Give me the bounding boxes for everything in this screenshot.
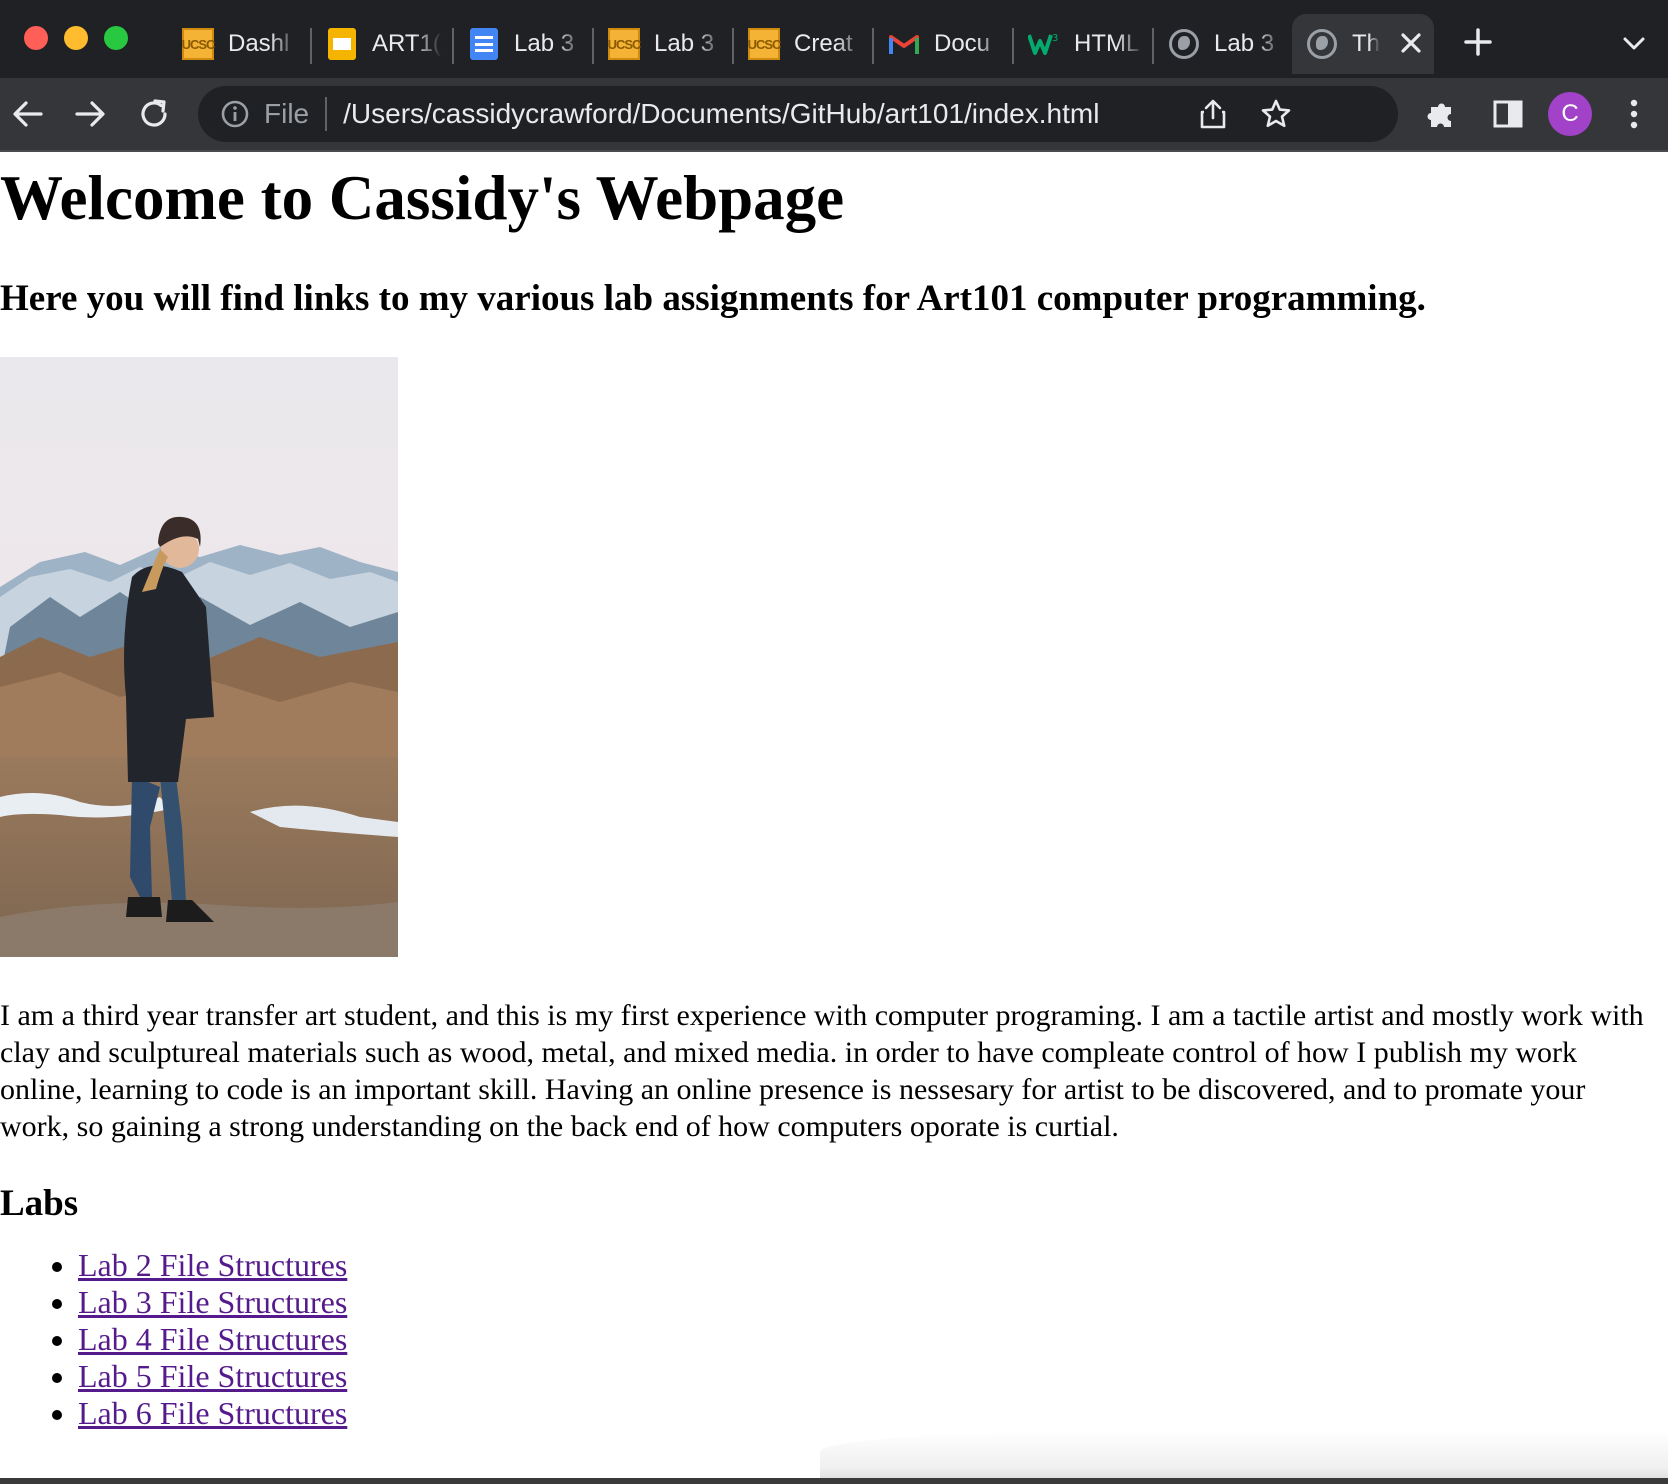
- svg-text:3: 3: [1052, 33, 1058, 44]
- side-panel-icon[interactable]: [1490, 96, 1526, 132]
- tab-lab3-local[interactable]: Lab 3: [1154, 14, 1294, 74]
- tab-title: Creat: [794, 30, 853, 57]
- minimize-window-button[interactable]: [64, 26, 88, 50]
- lab-3-link[interactable]: Lab 3 File Structures: [78, 1284, 347, 1320]
- address-bar[interactable]: File /Users/cassidycrawford/Documents/Gi…: [198, 86, 1398, 142]
- bookmark-star-icon[interactable]: [1260, 98, 1292, 130]
- tab-title: Th: [1352, 30, 1380, 57]
- labs-list: Lab 2 File Structures Lab 3 File Structu…: [0, 1247, 347, 1432]
- page-subtitle: Here you will find links to my various l…: [0, 278, 1426, 319]
- list-item: Lab 3 File Structures: [78, 1284, 347, 1321]
- share-icon[interactable]: [1198, 98, 1228, 130]
- list-item: Lab 4 File Structures: [78, 1321, 347, 1358]
- site-info-icon[interactable]: [220, 99, 250, 129]
- page-title: Welcome to Cassidy's Webpage: [0, 163, 845, 233]
- lab-4-link[interactable]: Lab 4 File Structures: [78, 1321, 347, 1357]
- globe-icon: [1168, 28, 1200, 60]
- tab-title: ART1(: [372, 30, 441, 57]
- tab-gmail-docu[interactable]: Docu: [874, 14, 1014, 74]
- lab-5-link[interactable]: Lab 5 File Structures: [78, 1358, 347, 1394]
- back-arrow-icon[interactable]: [10, 96, 46, 132]
- tab-lab3-ucsc[interactable]: UCSC Lab 3: [594, 14, 734, 74]
- docs-icon: [468, 28, 500, 60]
- toolbar-divider: [0, 150, 1668, 152]
- ucsc-icon: UCSC: [608, 28, 641, 60]
- maximize-window-button[interactable]: [104, 26, 128, 50]
- ucsc-logo: UCSC: [608, 28, 641, 60]
- list-item: Lab 2 File Structures: [78, 1247, 347, 1284]
- ucsc-logo: UCSC: [748, 28, 781, 60]
- tab-strip: UCSC Dashl ART1( Lab 3 UCSC Lab 3 UCSC C…: [0, 0, 1668, 78]
- address-scheme-label: File: [264, 98, 310, 129]
- reload-icon[interactable]: [136, 96, 172, 132]
- profile-photo: [0, 357, 398, 957]
- ucsc-icon: UCSC: [182, 28, 215, 60]
- forward-arrow-icon[interactable]: [72, 96, 108, 132]
- w3schools-icon: 3: [1028, 28, 1060, 60]
- window-bottom-edge: [0, 1478, 1668, 1484]
- tab-title: HTML: [1074, 30, 1140, 57]
- address-url[interactable]: /Users/cassidycrawford/Documents/GitHub/…: [343, 98, 1099, 130]
- lab-6-link[interactable]: Lab 6 File Structures: [78, 1395, 347, 1431]
- bio-paragraph: I am a third year transfer art student, …: [0, 999, 1644, 1143]
- profile-avatar[interactable]: C: [1548, 92, 1592, 136]
- tab-dashboard[interactable]: UCSC Dashl: [168, 14, 308, 74]
- globe-icon: [1306, 28, 1338, 60]
- new-tab-icon[interactable]: [1462, 26, 1494, 58]
- close-tab-icon[interactable]: [1396, 28, 1426, 58]
- list-item: Lab 6 File Structures: [78, 1395, 347, 1432]
- tab-title: Docu: [934, 30, 991, 57]
- tab-active[interactable]: Th: [1292, 14, 1434, 74]
- tab-lab3-doc[interactable]: Lab 3: [454, 14, 594, 74]
- tab-title: Dashl: [228, 30, 290, 57]
- ucsc-logo: UCSC: [182, 28, 215, 60]
- browser-menu-icon[interactable]: [1620, 96, 1648, 132]
- list-item: Lab 5 File Structures: [78, 1358, 347, 1395]
- gmail-icon: [888, 28, 920, 60]
- tab-search-chevron-icon[interactable]: [1620, 30, 1648, 58]
- tab-create[interactable]: UCSC Creat: [734, 14, 874, 74]
- address-separator: [325, 97, 328, 131]
- tab-w3schools-html[interactable]: 3 HTML: [1014, 14, 1154, 74]
- tab-title: Lab 3: [1214, 30, 1275, 57]
- labs-heading: Labs: [0, 1183, 79, 1224]
- tab-art101[interactable]: ART1(: [312, 14, 452, 74]
- window-shadow: [820, 1430, 1668, 1484]
- tab-title: Lab 3: [654, 30, 715, 57]
- tab-title: Lab 3: [514, 30, 575, 57]
- slides-icon: [326, 28, 358, 60]
- extensions-puzzle-icon[interactable]: [1424, 96, 1460, 132]
- close-window-button[interactable]: [24, 26, 48, 50]
- ucsc-icon: UCSC: [748, 28, 781, 60]
- lab-2-link[interactable]: Lab 2 File Structures: [78, 1247, 347, 1283]
